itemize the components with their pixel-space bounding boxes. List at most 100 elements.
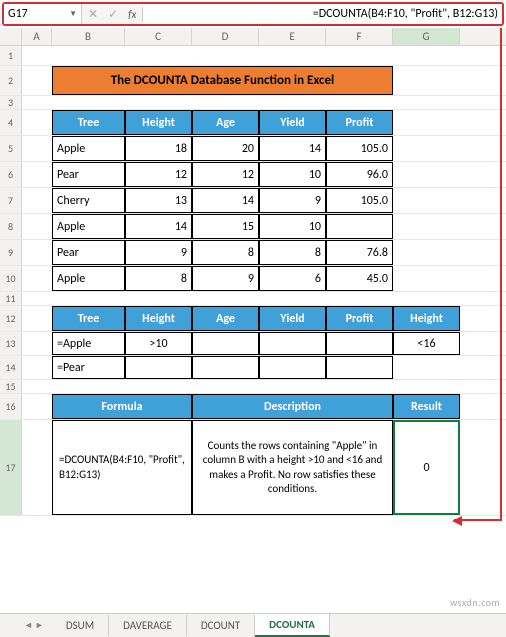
cell[interactable] bbox=[192, 46, 259, 65]
result-cell[interactable]: 0 bbox=[393, 420, 460, 515]
cell[interactable] bbox=[259, 46, 326, 65]
table-header[interactable]: Yield bbox=[259, 110, 326, 135]
cell[interactable] bbox=[52, 46, 125, 65]
table-header[interactable]: Age bbox=[192, 110, 259, 135]
table-cell[interactable]: 105.0 bbox=[326, 136, 393, 161]
col-header-f[interactable]: F bbox=[326, 28, 393, 45]
table-cell[interactable]: >10 bbox=[125, 332, 192, 355]
table-cell[interactable]: 8 bbox=[125, 266, 192, 291]
table-header[interactable]: Height bbox=[393, 306, 460, 331]
table-cell[interactable]: 13 bbox=[125, 188, 192, 213]
table-cell[interactable]: <16 bbox=[393, 332, 460, 355]
table-cell[interactable]: 6 bbox=[259, 266, 326, 291]
table-header[interactable]: Tree bbox=[52, 306, 125, 331]
row-header[interactable]: 17 bbox=[0, 420, 22, 515]
table-cell[interactable]: 12 bbox=[125, 162, 192, 187]
cell[interactable] bbox=[393, 46, 460, 65]
sheet-tabs: ◄► DSUM DAVERAGE DCOUNT DCOUNTA bbox=[0, 613, 506, 637]
table-cell[interactable]: Apple bbox=[52, 266, 125, 291]
cell[interactable] bbox=[393, 66, 460, 95]
table-header[interactable]: Age bbox=[192, 306, 259, 331]
table-header[interactable]: Tree bbox=[52, 110, 125, 135]
col-header-e[interactable]: E bbox=[259, 28, 326, 45]
table-cell[interactable]: 8 bbox=[259, 240, 326, 265]
table-cell[interactable]: 9 bbox=[259, 188, 326, 213]
sheet-tab-dsum[interactable]: DSUM bbox=[52, 615, 109, 636]
col-header-d[interactable]: D bbox=[192, 28, 259, 45]
col-header-g[interactable]: G bbox=[393, 28, 460, 45]
table-header[interactable]: Height bbox=[125, 306, 192, 331]
table-header[interactable]: Height bbox=[125, 110, 192, 135]
row-header[interactable]: 3 bbox=[0, 96, 22, 109]
description-cell[interactable]: Counts the rows containing "Apple" in co… bbox=[192, 420, 393, 515]
sheet-tab-dcounta[interactable]: DCOUNTA bbox=[255, 614, 330, 637]
table-cell[interactable]: Apple bbox=[52, 214, 125, 239]
table-cell[interactable]: 96.0 bbox=[326, 162, 393, 187]
cell[interactable] bbox=[22, 66, 52, 95]
table-cell[interactable]: 10 bbox=[259, 162, 326, 187]
table-cell[interactable]: 14 bbox=[192, 188, 259, 213]
table-header[interactable]: Result bbox=[393, 394, 460, 419]
table-cell[interactable]: 9 bbox=[192, 266, 259, 291]
table-header[interactable]: Formula bbox=[52, 394, 192, 419]
table-header[interactable]: Description bbox=[192, 394, 393, 419]
row-header[interactable]: 1 bbox=[0, 46, 22, 65]
table-cell[interactable] bbox=[259, 356, 326, 379]
cell[interactable] bbox=[326, 46, 393, 65]
accept-icon[interactable]: ✓ bbox=[108, 7, 118, 22]
table-cell[interactable]: 14 bbox=[259, 136, 326, 161]
table-cell[interactable]: 12 bbox=[192, 162, 259, 187]
chevron-left-icon[interactable]: ◄ bbox=[24, 620, 33, 631]
col-header-a[interactable]: A bbox=[22, 28, 52, 45]
cell-reference: G17 bbox=[8, 7, 28, 21]
table-cell[interactable]: 10 bbox=[259, 214, 326, 239]
table-cell[interactable] bbox=[192, 356, 259, 379]
formula-input[interactable]: =DCOUNTA(B4:F10, "Profit", B12:G13) bbox=[143, 4, 502, 24]
column-headers: A B C D E F G bbox=[0, 28, 506, 46]
table-header[interactable]: Profit bbox=[326, 110, 393, 135]
table-cell[interactable] bbox=[259, 332, 326, 355]
cancel-icon[interactable]: ✕ bbox=[88, 7, 98, 22]
table-cell[interactable] bbox=[326, 332, 393, 355]
table-cell[interactable]: =Pear bbox=[52, 356, 125, 379]
table-cell[interactable]: 18 bbox=[125, 136, 192, 161]
col-header-b[interactable]: B bbox=[52, 28, 125, 45]
formula-text: =DCOUNTA(B4:F10, "Profit", B12:G13) bbox=[313, 7, 498, 21]
formula-cell[interactable]: =DCOUNTA(B4:F10, "Profit", B12:G13) bbox=[52, 420, 192, 515]
sheet-tab-daverage[interactable]: DAVERAGE bbox=[109, 615, 187, 636]
table-cell[interactable]: Apple bbox=[52, 136, 125, 161]
table-cell[interactable]: Pear bbox=[52, 240, 125, 265]
table-cell[interactable] bbox=[192, 332, 259, 355]
table-cell[interactable]: 9 bbox=[125, 240, 192, 265]
tab-nav[interactable]: ◄► bbox=[24, 620, 52, 631]
table-header[interactable]: Profit bbox=[326, 306, 393, 331]
table-cell[interactable]: 14 bbox=[125, 214, 192, 239]
table-header[interactable]: Yield bbox=[259, 306, 326, 331]
table-cell[interactable]: 15 bbox=[192, 214, 259, 239]
name-box[interactable]: G17 ▼ bbox=[4, 4, 82, 24]
table-cell[interactable]: 105.0 bbox=[326, 188, 393, 213]
table-cell[interactable]: Pear bbox=[52, 162, 125, 187]
table-cell[interactable]: 8 bbox=[192, 240, 259, 265]
col-header-c[interactable]: C bbox=[125, 28, 192, 45]
cell[interactable] bbox=[22, 46, 52, 65]
watermark: wsxdn.com bbox=[450, 596, 500, 609]
select-all-corner[interactable] bbox=[0, 28, 22, 45]
table-cell[interactable]: 45.0 bbox=[326, 266, 393, 291]
sheet-tab-dcount[interactable]: DCOUNT bbox=[187, 615, 255, 636]
chevron-right-icon[interactable]: ► bbox=[35, 620, 44, 631]
table-cell[interactable]: 20 bbox=[192, 136, 259, 161]
table-cell[interactable] bbox=[125, 356, 192, 379]
table-cell[interactable] bbox=[326, 214, 393, 239]
chevron-down-icon[interactable]: ▼ bbox=[69, 9, 77, 19]
table-cell[interactable]: Cherry bbox=[52, 188, 125, 213]
table-cell[interactable]: =Apple bbox=[52, 332, 125, 355]
grid-body[interactable]: 1 2 The DCOUNTA Database Function in Exc… bbox=[0, 46, 506, 516]
page-title[interactable]: The DCOUNTA Database Function in Excel bbox=[52, 66, 393, 95]
row-header[interactable]: 2 bbox=[0, 66, 22, 95]
fx-icon[interactable]: fx bbox=[128, 8, 136, 21]
table-cell[interactable] bbox=[326, 356, 393, 379]
table-cell[interactable]: 76.8 bbox=[326, 240, 393, 265]
row-header[interactable]: 4 bbox=[0, 110, 22, 135]
cell[interactable] bbox=[125, 46, 192, 65]
